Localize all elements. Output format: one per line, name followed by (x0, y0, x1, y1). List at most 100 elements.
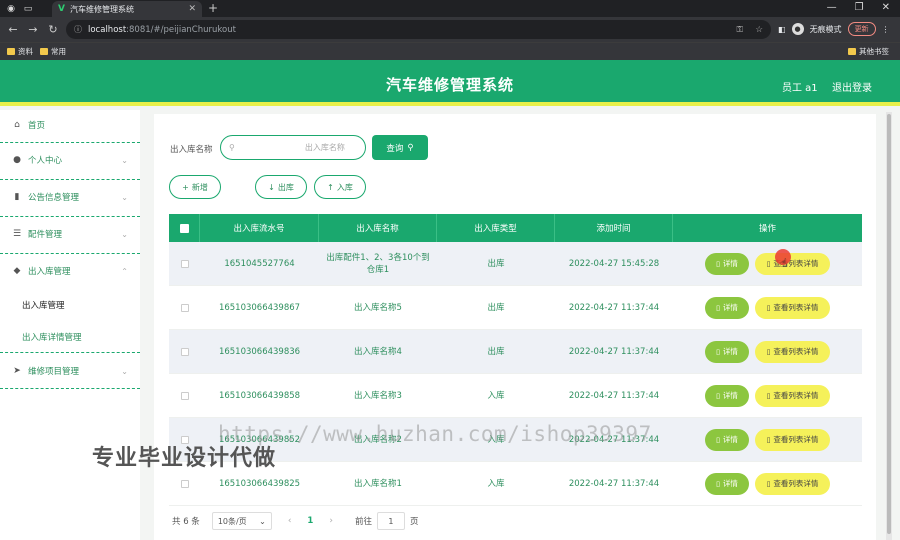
sidebar-item-repair[interactable]: ➤ 维修项目管理 ⌄ (0, 361, 140, 381)
search-box[interactable]: ⚲ (220, 135, 366, 160)
arrow-down-icon: ↓ (268, 182, 275, 192)
other-bookmarks[interactable]: 其他书签 (848, 46, 889, 57)
inbound-button-label: 入库 (336, 182, 353, 192)
bookmark-folder-ziliao[interactable]: 资料 (7, 46, 33, 57)
reload-icon[interactable]: ↻ (46, 23, 60, 36)
cell-type: 出库 (487, 258, 505, 269)
browser-tab-bar: ◉ ▭ V 汽车维修管理系统 ✕ + — ❐ ✕ (0, 0, 900, 17)
page-scrollbar[interactable] (886, 112, 892, 540)
bookmark-folder-changyong[interactable]: 常用 (40, 46, 66, 57)
select-all-cell (169, 214, 200, 242)
forward-icon[interactable]: → (26, 23, 40, 36)
list-detail-button[interactable]: ▯ 查看列表详情 (755, 340, 830, 363)
url-field[interactable]: ⓘ localhost :8081/#/peijianChurukout ⚿ ☆ (66, 20, 771, 39)
new-tab-icon[interactable]: + (208, 1, 218, 15)
submenu-inout-detail[interactable]: 出入库详情管理 (22, 331, 82, 343)
incognito-icon: ● (791, 23, 804, 35)
browser-right-tools: ◧ ● 无痕模式 更新 ⋮ (778, 22, 890, 36)
jump-label: 前往 (354, 517, 372, 527)
key-icon[interactable]: ⚿ (737, 25, 743, 35)
site-info-icon[interactable]: ⓘ (74, 24, 82, 35)
browser-menu-icon[interactable]: ◉ (5, 3, 17, 15)
cell-time: 2022-04-27 11:37:44 (568, 302, 660, 313)
query-button[interactable]: 查询 ⚲ (372, 135, 428, 160)
row-checkbox[interactable] (180, 391, 189, 400)
outbound-button[interactable]: ↓ 出库 (255, 175, 307, 199)
jump-input[interactable]: 1 (376, 512, 405, 530)
row-checkbox[interactable] (180, 347, 189, 356)
tab-title: 汽车维修管理系统 (69, 4, 134, 14)
close-window-icon[interactable]: ✕ (882, 2, 890, 13)
sidebar-item-inout[interactable]: ◆ 出入库管理 ⌃ (0, 261, 140, 281)
select-all-checkbox[interactable] (179, 223, 189, 233)
list-detail-button-label: 查看列表详情 (773, 302, 819, 312)
page-size-select[interactable]: 10条/页 ⌄ (211, 512, 272, 530)
more-icon[interactable]: ⋮ (882, 25, 890, 34)
doc-icon: ▯ (766, 435, 771, 444)
page-suffix: 页 (409, 517, 419, 527)
row-checkbox[interactable] (180, 479, 189, 488)
sidepanel-icon[interactable]: ◧ (778, 25, 786, 34)
cell-serial: 165103066439836 (218, 346, 301, 357)
row-checkbox-cell (169, 374, 200, 417)
detail-button[interactable]: ▯ 详情 (705, 428, 749, 451)
scrollbar-thumb[interactable] (887, 114, 891, 534)
current-user: 员工 a1 (782, 83, 818, 94)
list-detail-button[interactable]: ▯ 查看列表详情 (755, 384, 830, 407)
detail-button[interactable]: ▯ 详情 (705, 296, 749, 319)
submenu-inout-manage[interactable]: 出入库管理 (22, 299, 65, 311)
doc-icon: ▯ (766, 347, 771, 356)
cell-type: 入库 (487, 390, 505, 401)
page-size-value: 10条/页 (217, 516, 247, 526)
list-detail-button[interactable]: ▯ 查看列表详情 (755, 428, 830, 451)
add-button[interactable]: + 新增 (169, 175, 221, 199)
restore-icon[interactable]: ❐ (855, 2, 864, 13)
row-checkbox[interactable] (180, 259, 189, 268)
row-checkbox-cell (169, 330, 200, 373)
bookmarks-bar: 资料 常用 其他书签 (0, 42, 900, 60)
home-icon: ⌂ (14, 120, 20, 130)
promo-text: 专业毕业设计代做 (92, 446, 277, 471)
list-detail-button[interactable]: ▯ 查看列表详情 (755, 252, 830, 275)
minimize-icon[interactable]: — (827, 2, 837, 13)
search-input[interactable] (234, 143, 345, 152)
inbound-button[interactable]: ↑ 入库 (314, 175, 366, 199)
row-checkbox[interactable] (180, 303, 189, 312)
detail-button-label: 详情 (722, 258, 738, 268)
header-serial: 出入库流水号 (200, 214, 319, 242)
cell-time: 2022-04-27 11:37:44 (568, 478, 660, 489)
logout-link[interactable]: 退出登录 (832, 79, 872, 94)
back-icon[interactable]: ← (6, 23, 20, 36)
pagination: 共 6 条 10条/页 ⌄ ‹ 1 › 前往 1 页 (172, 512, 418, 530)
next-page-icon[interactable]: › (329, 516, 333, 526)
bookmark-star-icon[interactable]: ☆ (755, 25, 763, 35)
cell-name: 出入库名称5 (354, 302, 402, 313)
detail-button-label: 详情 (722, 478, 738, 488)
detail-button[interactable]: ▯ 详情 (705, 472, 749, 495)
doc-icon: ▯ (716, 391, 720, 400)
cell-serial: 165103066439867 (218, 302, 301, 313)
sidebar-item-parts[interactable]: ☰ 配件管理 ⌄ (0, 224, 140, 244)
tab-search-icon[interactable]: ▭ (22, 3, 34, 15)
folder-icon (40, 48, 48, 55)
detail-button[interactable]: ▯ 详情 (705, 340, 749, 363)
page-number-current[interactable]: 1 (307, 516, 313, 526)
sidebar-item-personal[interactable]: ● 个人中心 ⌄ (0, 150, 140, 170)
list-detail-button[interactable]: ▯ 查看列表详情 (755, 296, 830, 319)
detail-button[interactable]: ▯ 详情 (705, 252, 749, 275)
address-bar-row: ← → ↻ ⓘ localhost :8081/#/peijianChuruko… (0, 17, 900, 42)
sidebar-item-notice[interactable]: ▮ 公告信息管理 ⌄ (0, 187, 140, 207)
cell-name: 出入库名称4 (354, 346, 402, 357)
url-path: :8081/#/peijianChurukout (126, 24, 236, 35)
detail-button[interactable]: ▯ 详情 (705, 384, 749, 407)
table-header: 出入库流水号 出入库名称 出入库类型 添加时间 操作 (169, 214, 862, 242)
chevron-down-icon: ⌄ (121, 192, 128, 202)
list-detail-button[interactable]: ▯ 查看列表详情 (755, 472, 830, 495)
sidebar-item-home[interactable]: ⌂ 首页 (0, 115, 140, 135)
chevron-down-icon: ⌄ (259, 516, 266, 526)
prev-page-icon[interactable]: ‹ (288, 516, 292, 526)
tab-close-icon[interactable]: ✕ (188, 4, 196, 14)
browser-tab[interactable]: V 汽车维修管理系统 ✕ (52, 1, 202, 17)
app-title: 汽车维修管理系统 (385, 76, 514, 94)
update-button[interactable]: 更新 (847, 22, 876, 36)
